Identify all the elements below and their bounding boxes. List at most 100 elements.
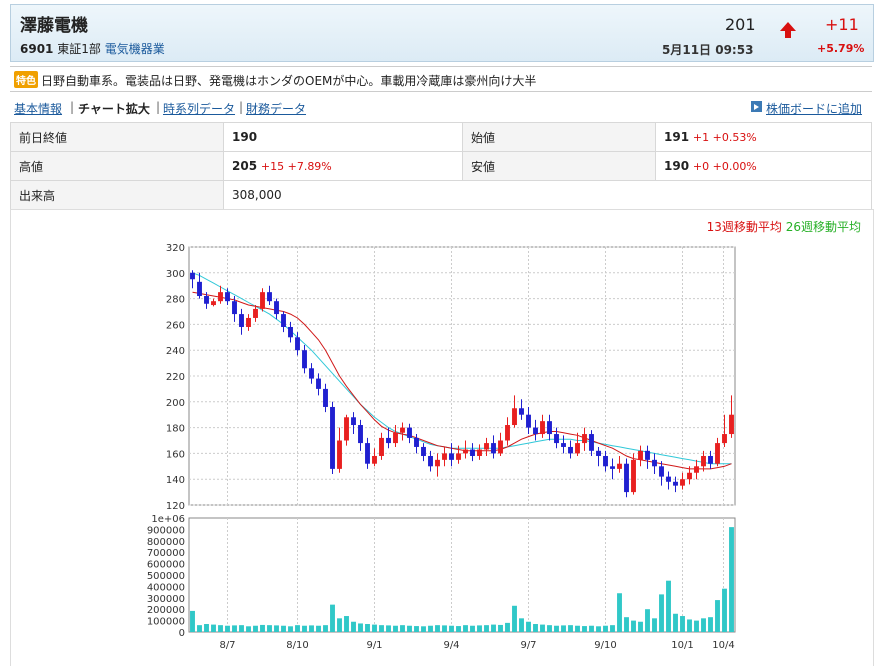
candle-body <box>603 455 608 467</box>
volume-bar <box>393 625 398 632</box>
volume-bar <box>323 625 328 632</box>
candle-body <box>344 417 349 441</box>
volume-tick-label: 0 <box>179 628 185 639</box>
candle-body <box>379 437 384 456</box>
nav-separator: | <box>70 100 75 114</box>
candle-body <box>218 292 223 302</box>
candle-body <box>645 450 650 460</box>
price-tick-label: 300 <box>166 269 185 280</box>
play-icon <box>751 101 762 112</box>
volume-bar <box>484 625 489 632</box>
candle-body <box>435 459 440 467</box>
volume-bar <box>190 610 195 632</box>
candle-body <box>589 434 594 451</box>
volume-value: 308,000 <box>223 180 872 210</box>
ma13-line <box>192 291 732 470</box>
candle-body <box>540 421 545 435</box>
volume-bar <box>526 621 531 632</box>
volume-frame <box>188 517 736 633</box>
candle-body <box>701 455 706 467</box>
volume-bar <box>316 625 321 632</box>
candle-body <box>477 449 482 456</box>
volume-tick-label: 500000 <box>147 571 185 582</box>
up-arrow-icon <box>779 21 797 42</box>
tab-chart-zoom[interactable]: チャート拡大 <box>78 100 150 117</box>
volume-bar <box>386 625 391 632</box>
candle-body <box>295 337 300 351</box>
price-tick-label: 240 <box>166 346 185 357</box>
x-tick-label: 8/10 <box>286 640 308 651</box>
candle-body <box>260 292 265 309</box>
volume-bar <box>645 609 650 632</box>
candle-body <box>652 459 657 467</box>
volume-bar <box>540 624 545 632</box>
volume-bar <box>701 618 706 632</box>
tab-timeseries[interactable]: 時系列データ <box>163 100 235 117</box>
volume-bar <box>463 625 468 632</box>
volume-bar <box>568 625 573 632</box>
volume-bar <box>428 625 433 632</box>
volume-bar <box>239 625 244 632</box>
x-tick-label: 8/7 <box>219 640 235 651</box>
volume-bar <box>680 616 685 632</box>
candle-body <box>253 308 258 318</box>
volume-bar <box>421 626 426 632</box>
price-tick-label: 320 <box>166 243 185 254</box>
candle-body <box>386 437 391 444</box>
volume-bar <box>547 625 552 632</box>
volume-bar <box>673 613 678 632</box>
volume-bar <box>498 624 503 632</box>
nav-separator: | <box>156 100 161 114</box>
add-to-board-link[interactable]: 株価ボードに追加 <box>751 100 862 117</box>
candle-body <box>337 440 342 469</box>
candle-body <box>680 479 685 486</box>
low-diff: +0 +0.00% <box>692 160 757 173</box>
candle-body <box>281 314 286 327</box>
tab-financial[interactable]: 財務データ <box>246 100 306 117</box>
volume-bar <box>477 625 482 632</box>
volume-bar <box>253 625 258 632</box>
volume-bar <box>589 625 594 632</box>
volume-bar <box>211 624 216 632</box>
candle-body <box>358 425 363 444</box>
candle-body <box>288 326 293 338</box>
candle-body <box>659 466 664 477</box>
candle-body <box>225 292 230 302</box>
table-row: 高値 205 +15 +7.89% 安値 190 +0 +0.00% <box>10 151 872 181</box>
ma26-line <box>192 272 732 465</box>
candle-body <box>715 443 720 464</box>
volume-bar <box>694 620 699 632</box>
add-to-board-label: 株価ボードに追加 <box>766 102 863 116</box>
volume-tick-label: 900000 <box>147 525 185 536</box>
volume-bar <box>267 625 272 632</box>
candle-body <box>400 427 405 433</box>
prev-close-label: 前日終値 <box>10 122 224 152</box>
candle-body <box>330 406 335 469</box>
low-cell: 190 +0 +0.00% <box>655 151 872 181</box>
sector-link[interactable]: 電気機器業 <box>105 42 165 56</box>
candle-body <box>498 440 503 454</box>
volume-bar <box>610 625 615 632</box>
volume-bar <box>512 605 517 632</box>
open-value: 191 <box>664 130 690 144</box>
candle-body <box>463 449 468 454</box>
candle-body <box>708 455 713 464</box>
volume-bar <box>449 625 454 632</box>
volume-bar <box>281 625 286 632</box>
volume-bar <box>603 625 608 632</box>
price-tick-label: 260 <box>166 320 185 331</box>
candle-body <box>729 414 734 435</box>
candle-body <box>414 437 419 447</box>
volume-tick-label: 1e+06 <box>151 514 185 525</box>
high-diff: +15 +7.89% <box>260 160 332 173</box>
candle-body <box>267 292 272 302</box>
candle-body <box>484 443 489 450</box>
volume-bar <box>729 527 734 632</box>
volume-bar <box>330 604 335 632</box>
tab-basic-info[interactable]: 基本情報 <box>14 100 62 117</box>
volume-tick-label: 300000 <box>147 594 185 605</box>
volume-bar <box>372 624 377 632</box>
feature-tag: 特色 <box>14 71 38 88</box>
volume-bar <box>519 618 524 632</box>
candle-body <box>323 388 328 407</box>
